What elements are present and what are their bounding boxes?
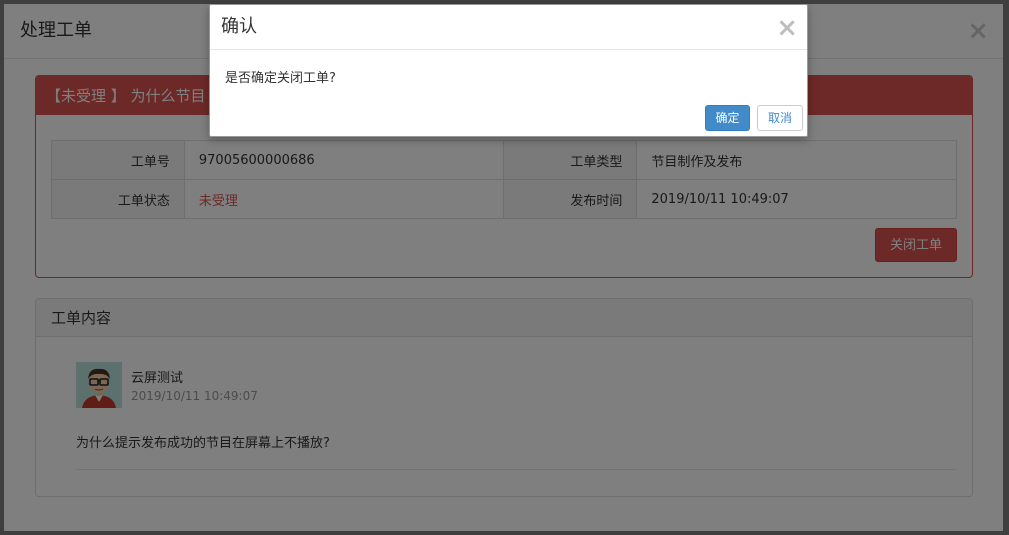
confirm-title: 确认 xyxy=(221,16,257,37)
confirm-close-icon[interactable]: × xyxy=(776,15,798,41)
confirm-cancel-button[interactable]: 取消 xyxy=(757,105,803,131)
confirm-ok-button[interactable]: 确定 xyxy=(705,105,750,131)
confirm-header: 确认 × xyxy=(210,5,807,50)
confirm-dialog: 确认 × 是否确定关闭工单? 确定 取消 xyxy=(209,4,808,137)
confirm-message: 是否确定关闭工单? xyxy=(225,71,336,86)
